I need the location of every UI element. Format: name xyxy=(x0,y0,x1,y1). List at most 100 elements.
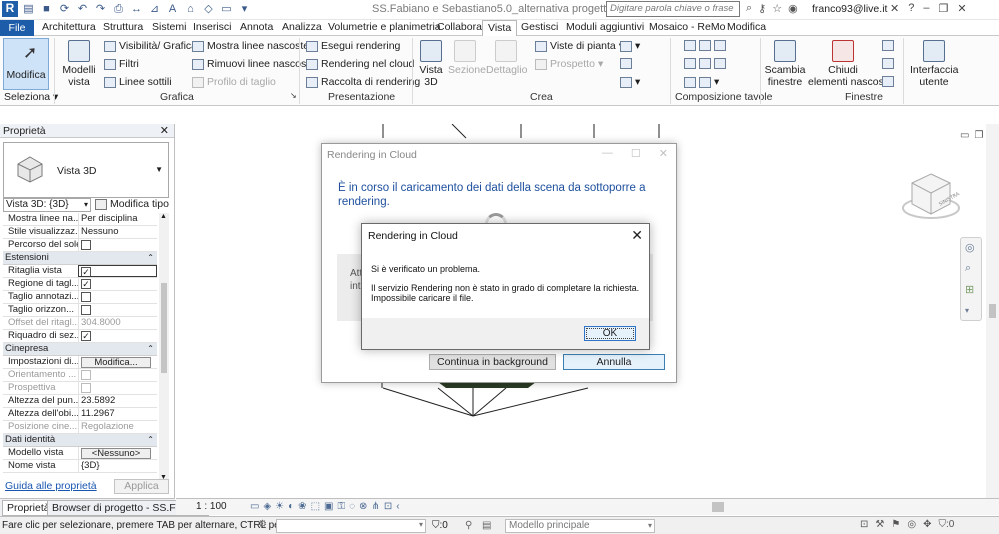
elevation-dropdown[interactable]: Prospetto ▾ xyxy=(535,58,603,70)
crop-view-checkbox[interactable]: ✓ xyxy=(81,267,91,276)
remove-hidden-lines-button[interactable]: Rimuovi linee nascoste xyxy=(192,58,315,70)
place-view-button[interactable] xyxy=(684,58,726,69)
minimize-icon[interactable]: — xyxy=(602,147,613,160)
plan-views-dropdown[interactable]: Viste di pianta ▾ xyxy=(535,40,624,52)
cut-profile-button[interactable]: Profilo di taglio xyxy=(192,76,276,88)
tab-struttura[interactable]: Struttura xyxy=(103,21,143,33)
tab-gestisci[interactable]: Gestisci xyxy=(521,21,558,33)
property-value[interactable]: Per disciplina xyxy=(78,213,157,225)
section-button[interactable]: Sezione xyxy=(448,40,486,76)
properties-help-link[interactable]: Guida alle proprietà xyxy=(5,480,97,492)
type-selector[interactable]: Vista 3D ▼ xyxy=(3,142,169,198)
worksharing-icon[interactable]: ⚙ xyxy=(258,519,267,530)
tab-annota[interactable]: Annota xyxy=(240,21,273,33)
sheet-button[interactable] xyxy=(684,40,726,51)
viewcube[interactable]: SINISTRA xyxy=(898,164,964,230)
render-dialog-icon[interactable]: ❀ xyxy=(298,501,306,512)
horizontal-scroll-thumb[interactable] xyxy=(712,502,724,512)
far-clip-checkbox[interactable] xyxy=(81,305,91,315)
chevron-down-icon[interactable]: ▼ xyxy=(155,165,163,174)
tab-inserisci[interactable]: Inserisci xyxy=(193,21,232,33)
search-input[interactable]: Digitare parola chiave o frase xyxy=(606,1,740,17)
callout-button[interactable]: Dettaglio xyxy=(486,40,527,76)
view-reference-button[interactable]: ▾ xyxy=(684,76,719,88)
section-header-camera[interactable]: Cinepresa ⌃ xyxy=(3,343,157,356)
crop-region-visible-checkbox[interactable]: ✓ xyxy=(81,279,91,289)
reveal-hidden-icon[interactable]: ⊗ xyxy=(359,501,367,512)
lock-3d-icon[interactable]: ⚿ xyxy=(337,501,345,512)
undo-icon[interactable]: ↶ xyxy=(75,2,90,17)
design-option-dropdown[interactable]: Modello principale ▾ xyxy=(505,519,655,533)
legends-button[interactable] xyxy=(620,58,632,69)
filters-button[interactable]: Filtri xyxy=(104,58,139,70)
apply-button[interactable]: Applica xyxy=(114,479,169,494)
property-row[interactable]: Nome vista {3D} xyxy=(3,460,157,473)
3d-view-icon[interactable]: ⌂ xyxy=(183,2,198,17)
customize-qat-icon[interactable]: ▾ xyxy=(237,2,252,17)
property-row[interactable]: Taglio orizzon... xyxy=(3,304,157,319)
tab-analizza[interactable]: Analizza xyxy=(282,21,322,33)
close-icon[interactable]: ✕ xyxy=(631,227,643,244)
close-hidden-button[interactable]: Chiudi elementi nascosti xyxy=(808,40,889,88)
select-panel-label[interactable]: Seleziona ▾ xyxy=(4,91,58,103)
redo-icon[interactable]: ↷ xyxy=(93,2,108,17)
property-row[interactable]: Regione di tagl... ✓ xyxy=(3,278,157,291)
properties-scrollbar[interactable]: ▲ ▼ xyxy=(159,213,169,481)
temporary-hide-icon[interactable]: ◌ xyxy=(349,501,355,512)
tab-architettura[interactable]: Architettura xyxy=(42,21,96,33)
workset-dropdown[interactable]: ▾ xyxy=(276,519,426,533)
graphics-panel-launcher-icon[interactable]: ↘ xyxy=(290,91,297,100)
tab-mosaico-remo[interactable]: Mosaico - ReMo xyxy=(649,21,725,33)
property-row[interactable]: Riquadro di sez... ✓ xyxy=(3,330,157,343)
analytical-model-icon[interactable]: ⋔ xyxy=(371,501,379,512)
sun-path-icon[interactable]: ☀ xyxy=(275,501,284,512)
thin-lines-button[interactable]: Linee sottili xyxy=(104,76,172,88)
highlight-icon[interactable]: ⊡ xyxy=(384,501,392,512)
section-box-checkbox[interactable]: ✓ xyxy=(81,331,91,341)
minimize-icon[interactable]: ▭ xyxy=(960,130,969,141)
tag-icon[interactable]: A xyxy=(165,2,180,17)
chevron-up-icon[interactable]: ⌃ xyxy=(147,343,154,355)
close-icon[interactable]: ✕ xyxy=(659,147,668,160)
zoom-icon[interactable]: ⌕ xyxy=(965,262,971,275)
chevron-down-icon[interactable]: ▾ xyxy=(965,306,969,315)
search-icon[interactable]: ⌕ xyxy=(746,2,752,15)
scroll-up-icon[interactable]: ▲ xyxy=(160,213,167,220)
view-template-button[interactable]: <Nessuno> xyxy=(81,448,151,459)
dimension-icon[interactable]: ⊿ xyxy=(147,2,162,17)
tab-moduli-aggiuntivi[interactable]: Moduli aggiuntivi xyxy=(566,21,644,33)
scroll-thumb[interactable] xyxy=(989,304,996,318)
ok-button[interactable]: OK xyxy=(584,326,636,341)
vertical-scrollbar[interactable] xyxy=(986,124,999,498)
minimize-icon[interactable]: – xyxy=(923,2,929,15)
tab-volumetrie[interactable]: Volumetrie e planimetria xyxy=(328,21,441,33)
tab-sistemi[interactable]: Sistemi xyxy=(152,21,186,33)
tab-file[interactable]: File xyxy=(0,20,34,36)
detail-level-icon[interactable]: ▭ xyxy=(250,501,259,512)
view-templates-button[interactable]: Modelli vista xyxy=(62,40,96,88)
property-row[interactable]: Ritaglia vista ✓ xyxy=(3,265,157,278)
sun-path-checkbox[interactable] xyxy=(81,240,91,250)
rendering-settings-button[interactable]: Modifica... xyxy=(81,357,151,368)
drag-elements-icon[interactable]: ✥ xyxy=(923,519,931,530)
shadows-icon[interactable]: ◐ xyxy=(288,501,294,512)
property-value[interactable]: {3D} xyxy=(78,460,157,472)
restore-icon[interactable]: ❐ xyxy=(938,2,948,15)
property-value[interactable]: 23.5892 xyxy=(78,395,157,407)
cascade-button[interactable] xyxy=(882,58,894,69)
crop-view-icon[interactable]: ⬚ xyxy=(311,501,320,512)
selection-filter[interactable]: ⛉:0 xyxy=(432,520,448,531)
subscription-icon[interactable]: ⚷ xyxy=(758,2,766,15)
cloud-render-button[interactable]: Rendering nel cloud xyxy=(306,58,414,70)
property-row[interactable]: Taglio annotazi... xyxy=(3,291,157,306)
3d-view-button[interactable]: Vista 3D xyxy=(418,40,444,88)
chevron-up-icon[interactable]: ⌃ xyxy=(147,434,154,446)
favorites-icon[interactable]: ☆ xyxy=(772,2,782,15)
view-scale[interactable]: 1 : 100 xyxy=(196,501,227,512)
edit-type-button[interactable]: Modifica tipo xyxy=(95,198,169,210)
schedules-button[interactable]: ▾ xyxy=(620,76,640,88)
close-icon[interactable]: ✕ xyxy=(160,124,169,138)
app-logo-icon[interactable]: R xyxy=(2,1,18,17)
user-icon[interactable]: ◉ xyxy=(788,2,798,15)
visibility-graphics-button[interactable]: Visibilità/ Grafica xyxy=(104,40,197,52)
